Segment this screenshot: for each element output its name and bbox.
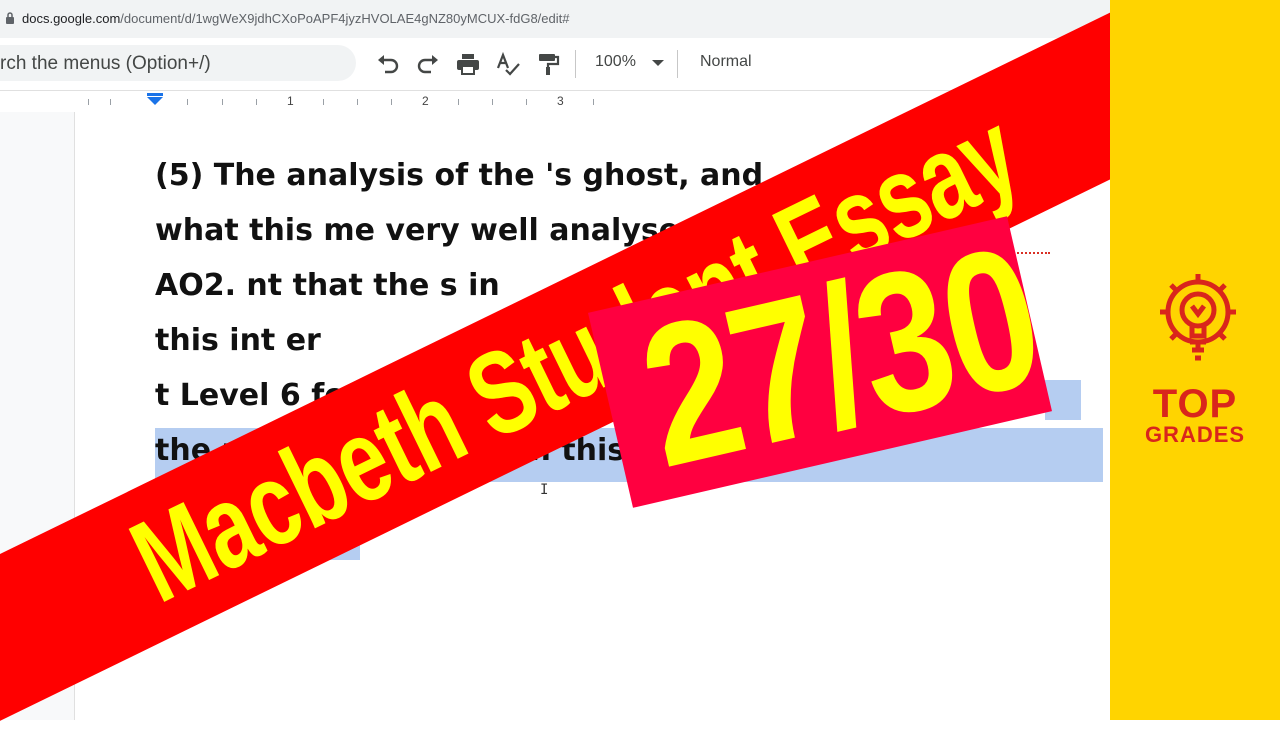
lock-icon: [6, 12, 14, 24]
docs-toolbar: rch the menus (Option+/) 100% Normal: [0, 38, 1110, 90]
first-line-indent-handle[interactable]: [147, 93, 163, 96]
lightbulb-gear-icon: [1160, 274, 1236, 361]
brand-grades-text: GRADES: [1144, 422, 1246, 447]
zoom-select[interactable]: 100%: [595, 53, 636, 71]
ruler-tick: [323, 99, 324, 105]
ruler-tick: [187, 99, 188, 105]
ruler-tick: [357, 99, 358, 105]
menu-search-placeholder: rch the menus (Option+/): [0, 53, 211, 74]
print-icon[interactable]: [454, 50, 482, 78]
ruler-label: 3: [557, 94, 564, 108]
ruler-label: 1: [287, 94, 294, 108]
ruler-tick: [88, 99, 89, 105]
url-path: /document/d/1wgWeX9jdhCXoPoAPF4jyzHVOLAE…: [120, 11, 570, 26]
ruler-tick: [222, 99, 223, 105]
spellcheck-icon[interactable]: [494, 50, 522, 78]
brand-top-text: TOP: [1152, 382, 1238, 426]
left-indent-handle[interactable]: [147, 97, 163, 105]
ruler-tick: [492, 99, 493, 105]
redo-icon[interactable]: [414, 50, 442, 78]
ruler-label: 2: [422, 94, 429, 108]
paint-format-icon[interactable]: [534, 50, 562, 78]
ruler-tick: [593, 99, 594, 105]
url-text[interactable]: docs.google.com/document/d/1wgWeX9jdhCXo…: [22, 11, 569, 26]
paragraph-style-select[interactable]: Normal: [700, 53, 752, 71]
undo-icon[interactable]: [374, 50, 402, 78]
toolbar-divider: [575, 50, 576, 78]
ruler-tick: [391, 99, 392, 105]
ruler-tick: [458, 99, 459, 105]
chevron-down-icon[interactable]: [652, 60, 664, 66]
ruler-tick: [526, 99, 527, 105]
address-bar[interactable]: docs.google.com/document/d/1wgWeX9jdhCXo…: [0, 0, 1110, 39]
text-cursor-icon: I: [540, 482, 549, 498]
ruler-tick: [110, 99, 111, 105]
ruler-tick: [256, 99, 257, 105]
menu-search-input[interactable]: rch the menus (Option+/): [0, 45, 356, 81]
url-domain: docs.google.com: [22, 11, 121, 26]
toolbar-divider: [677, 50, 678, 78]
